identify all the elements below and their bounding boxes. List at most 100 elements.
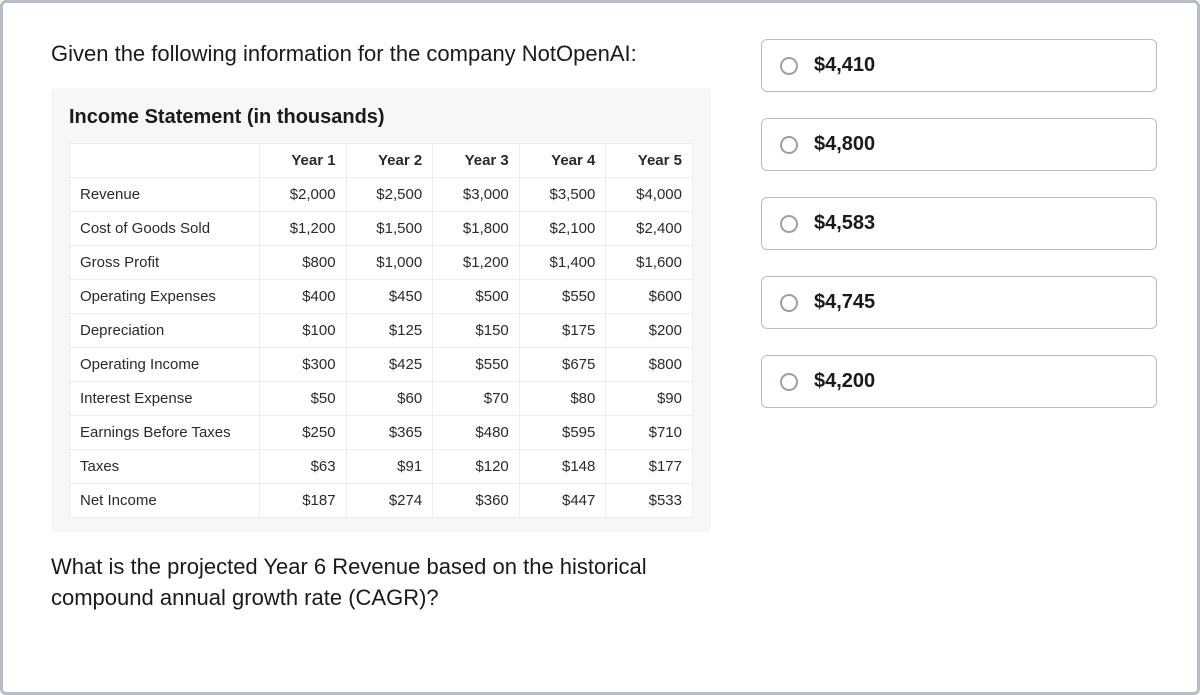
table-cell: $90 [606,381,693,415]
table-header-cell: Year 2 [346,143,433,177]
table-cell: $595 [519,415,606,449]
table-cell: $1,400 [519,245,606,279]
table-cell: $1,200 [433,245,520,279]
table-title: Income Statement (in thousands) [69,106,693,129]
table-cell: $550 [519,279,606,313]
row-label: Cost of Goods Sold [70,211,260,245]
table-cell: $425 [346,347,433,381]
table-cell: $175 [519,313,606,347]
table-cell: $600 [606,279,693,313]
row-label: Revenue [70,177,260,211]
row-label: Earnings Before Taxes [70,415,260,449]
answer-option[interactable]: $4,583 [761,197,1157,250]
answer-option[interactable]: $4,745 [761,276,1157,329]
table-row: Net Income$187$274$360$447$533 [70,483,693,517]
row-label: Net Income [70,483,260,517]
prompt-text: Given the following information for the … [51,39,711,70]
table-cell: $2,500 [346,177,433,211]
answers-column: $4,410 $4,800 $4,583 $4,745 $4,200 [761,39,1157,662]
table-cell: $274 [346,483,433,517]
radio-icon [780,215,798,233]
table-cell: $120 [433,449,520,483]
table-cell: $100 [260,313,347,347]
table-cell: $1,500 [346,211,433,245]
table-cell: $710 [606,415,693,449]
table-cell: $4,000 [606,177,693,211]
table-row: Depreciation$100$125$150$175$200 [70,313,693,347]
answer-option[interactable]: $4,200 [761,355,1157,408]
table-cell: $450 [346,279,433,313]
answer-label: $4,745 [814,291,875,314]
income-statement-table: Year 1 Year 2 Year 3 Year 4 Year 5 Reven… [69,143,693,518]
table-header-cell: Year 4 [519,143,606,177]
table-row: Revenue$2,000$2,500$3,000$3,500$4,000 [70,177,693,211]
row-label: Operating Income [70,347,260,381]
table-cell: $2,000 [260,177,347,211]
table-cell: $1,200 [260,211,347,245]
table-cell: $800 [606,347,693,381]
table-cell: $447 [519,483,606,517]
table-header-row: Year 1 Year 2 Year 3 Year 4 Year 5 [70,143,693,177]
table-cell: $200 [606,313,693,347]
answer-option[interactable]: $4,800 [761,118,1157,171]
answer-label: $4,410 [814,54,875,77]
table-header-cell: Year 3 [433,143,520,177]
table-cell: $365 [346,415,433,449]
table-cell: $60 [346,381,433,415]
table-cell: $360 [433,483,520,517]
question-text: What is the projected Year 6 Revenue bas… [51,552,711,614]
table-row: Taxes$63$91$120$148$177 [70,449,693,483]
table-cell: $550 [433,347,520,381]
row-label: Gross Profit [70,245,260,279]
answer-label: $4,800 [814,133,875,156]
table-cell: $148 [519,449,606,483]
table-cell: $2,100 [519,211,606,245]
table-cell: $800 [260,245,347,279]
answer-option[interactable]: $4,410 [761,39,1157,92]
radio-icon [780,136,798,154]
table-row: Earnings Before Taxes$250$365$480$595$71… [70,415,693,449]
row-label: Operating Expenses [70,279,260,313]
table-cell: $3,000 [433,177,520,211]
table-cell: $150 [433,313,520,347]
row-label: Depreciation [70,313,260,347]
table-header-cell: Year 5 [606,143,693,177]
table-row: Operating Income$300$425$550$675$800 [70,347,693,381]
table-cell: $125 [346,313,433,347]
table-cell: $500 [433,279,520,313]
table-cell: $80 [519,381,606,415]
table-row: Gross Profit$800$1,000$1,200$1,400$1,600 [70,245,693,279]
question-column: Given the following information for the … [51,39,711,662]
radio-icon [780,57,798,75]
table-row: Operating Expenses$400$450$500$550$600 [70,279,693,313]
radio-icon [780,294,798,312]
table-row: Interest Expense$50$60$70$80$90 [70,381,693,415]
table-cell: $400 [260,279,347,313]
row-label: Interest Expense [70,381,260,415]
answer-label: $4,583 [814,212,875,235]
table-cell: $300 [260,347,347,381]
table-cell: $177 [606,449,693,483]
table-cell: $675 [519,347,606,381]
table-cell: $3,500 [519,177,606,211]
table-cell: $480 [433,415,520,449]
table-cell: $2,400 [606,211,693,245]
income-statement-container: Income Statement (in thousands) Year 1 Y… [51,88,711,532]
answer-label: $4,200 [814,370,875,393]
table-cell: $70 [433,381,520,415]
question-card: Given the following information for the … [0,0,1200,695]
table-cell: $1,000 [346,245,433,279]
table-cell: $91 [346,449,433,483]
table-row: Cost of Goods Sold$1,200$1,500$1,800$2,1… [70,211,693,245]
table-header-cell: Year 1 [260,143,347,177]
table-cell: $1,800 [433,211,520,245]
table-cell: $533 [606,483,693,517]
row-label: Taxes [70,449,260,483]
table-cell: $63 [260,449,347,483]
content-wrapper: Given the following information for the … [3,3,1197,692]
table-cell: $187 [260,483,347,517]
table-header-cell [70,143,260,177]
table-cell: $50 [260,381,347,415]
table-cell: $250 [260,415,347,449]
table-cell: $1,600 [606,245,693,279]
